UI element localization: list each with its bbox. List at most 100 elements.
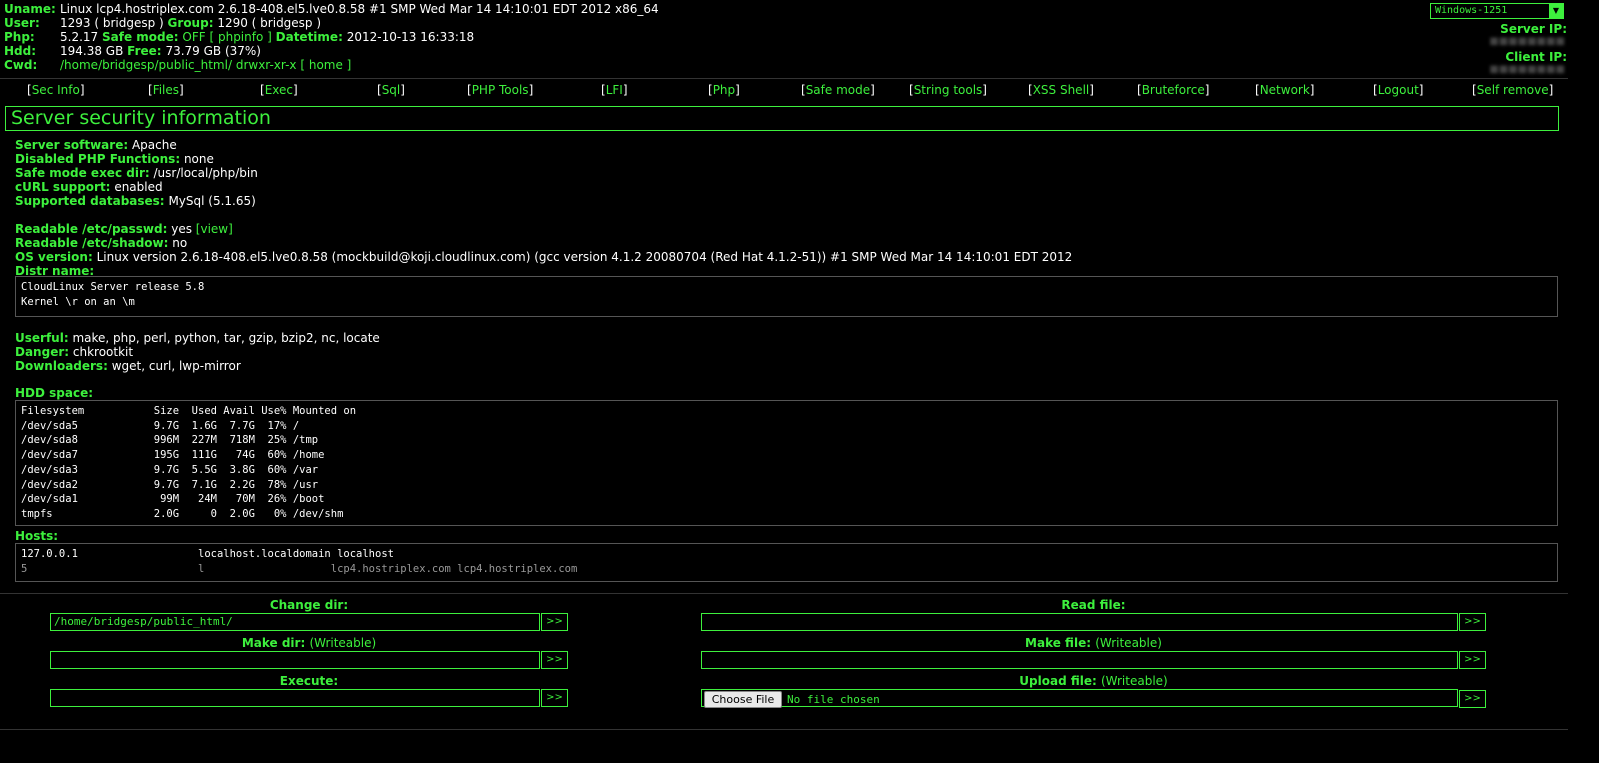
user-row: User: 1293 ( bridgesp ) Group: 1290 ( br… [4,16,1424,30]
menu-logout[interactable]: [Logout] [1373,83,1423,97]
view-passwd-link[interactable]: [view] [196,222,233,236]
safe-exec-row: Safe mode exec dir: /usr/local/php/bin [15,166,258,180]
menu-network[interactable]: [Network] [1255,83,1314,97]
disabled-php-row: Disabled PHP Functions: none [15,152,214,166]
php-version: 5.2.17 [60,30,99,44]
menu-safe-mode[interactable]: [Safe mode] [801,83,875,97]
upload-file-label: Upload file: (Writeable) [1019,674,1168,688]
upload-file-submit-button[interactable]: >> [1459,690,1486,708]
menu-sec-info[interactable]: [Sec Info] [27,83,85,97]
charset-value: Windows-1251 [1435,5,1508,16]
file-status: No file chosen [787,693,880,706]
uname-label: Uname: [4,2,56,16]
phpinfo-link[interactable]: [ phpinfo ] [209,30,271,44]
menu-string-tools[interactable]: [String tools] [909,83,987,97]
safe-mode-label: Safe mode: [102,30,179,44]
section-title: Server security information [5,106,1559,131]
hdd-space-box: Filesystem Size Used Avail Use% Mounted … [15,400,1558,526]
read-file-label: Read file: [1061,598,1126,612]
distr-line: CloudLinux Server release 5.8 [21,281,205,293]
userful-row: Userful: make, php, perl, python, tar, g… [15,331,380,345]
execute-label: Execute: [279,674,339,688]
make-file-label: Make file: (Writeable) [1025,636,1162,650]
menu-exec[interactable]: [Exec] [260,83,298,97]
user-label: User: [4,16,40,30]
change-dir-submit-button[interactable]: >> [541,613,568,631]
change-dir-label: Change dir: [269,598,349,612]
divider [0,729,1568,730]
databases-row: Supported databases: MySql (5.1.65) [15,194,256,208]
distr-line: Kernel \r on an \m [21,295,135,308]
hdd-label: Hdd: [4,44,37,58]
system-header: Uname: Linux lcp4.hostriplex.com 2.6.18-… [4,2,1424,72]
hdd-line: /dev/sda5 9.7G 1.6G 7.7G 17% / [21,419,300,432]
hdd-line: /dev/sda2 9.7G 7.1G 2.2G 78% /usr [21,478,319,491]
distr-box: CloudLinux Server release 5.8 Kernel \r o… [15,276,1558,317]
execute-submit-button[interactable]: >> [541,689,568,707]
make-dir-input[interactable] [50,651,540,669]
make-file-submit-button[interactable]: >> [1459,651,1486,669]
read-file-submit-button[interactable]: >> [1459,613,1486,631]
datetime-value: 2012-10-13 16:33:18 [346,30,475,44]
divider [0,593,1568,594]
charset-select[interactable]: Windows-1251 ▼ [1430,3,1564,19]
hdd-line: /dev/sda3 9.7G 5.5G 3.8G 60% /var [21,463,319,476]
client-ip-label: Client IP: [1505,50,1567,64]
make-dir-submit-button[interactable]: >> [541,651,568,669]
php-label: Php: [4,30,35,44]
client-ip-redacted: ■■■■■■■■ [1489,64,1565,75]
server-ip-redacted: ■■■■■■■■ [1489,36,1565,47]
main-menu: [Sec Info] [Files] [Exec] [Sql] [PHP Too… [0,83,1568,97]
make-dir-label: Make dir: (Writeable) [241,636,377,650]
safe-mode-value: OFF [182,30,206,44]
hdd-line: /dev/sda7 195G 111G 74G 60% /home [21,449,325,462]
chevron-down-icon: ▼ [1549,4,1563,18]
divider [0,78,1568,79]
hdd-line: /dev/sda1 99M 24M 70M 26% /boot [21,493,325,506]
hosts-box: 127.0.0.1 localhost.localdomain localhos… [15,543,1558,582]
menu-files[interactable]: [Files] [148,83,184,97]
menu-php-tools[interactable]: [PHP Tools] [467,83,533,97]
make-file-input[interactable] [701,651,1458,669]
group-value: 1290 ( bridgesp ) [217,16,322,30]
change-dir-input[interactable]: /home/bridgesp/public_html/ [50,613,540,631]
uname-value: Linux lcp4.hostriplex.com 2.6.18-408.el5… [60,2,659,16]
hdd-line: /dev/sda8 996M 227M 718M 25% /tmp [21,434,319,447]
server-ip-label: Server IP: [1500,22,1567,36]
cwd-path-link[interactable]: /home/bridgesp/public_html/ [60,58,232,72]
read-file-input[interactable] [701,613,1458,631]
menu-self-remove[interactable]: [Self remove] [1472,83,1553,97]
cwd-permissions: drwxr-xr-x [235,58,297,72]
hdd-line: Filesystem Size Used Avail Use% Mounted … [21,405,357,417]
menu-lfi[interactable]: [LFI] [601,83,628,97]
hdd-line: tmpfs 2.0G 0 2.0G 0% /dev/shm [21,507,344,520]
choose-file-button[interactable]: Choose File [704,691,782,708]
hosts-line: 5 l lcp4.hostriplex.com lcp4.hostriplex.… [21,562,578,575]
uname-row: Uname: Linux lcp4.hostriplex.com 2.6.18-… [4,2,1424,16]
menu-xss-shell[interactable]: [XSS Shell] [1028,83,1094,97]
user-value: 1293 ( bridgesp ) [60,16,164,30]
os-version-row: OS version: Linux version 2.6.18-408.el5… [15,250,1073,264]
group-label: Group: [167,16,214,30]
datetime-label: Datetime: [275,30,343,44]
menu-bruteforce[interactable]: [Bruteforce] [1137,83,1209,97]
hdd-value: 194.38 GB [60,44,124,58]
menu-sql[interactable]: [Sql] [377,83,405,97]
cwd-row: Cwd: /home/bridgesp/public_html/ drwxr-x… [4,58,1424,72]
home-link[interactable]: [ home ] [300,58,351,72]
cwd-label: Cwd: [4,58,38,72]
passwd-row: Readable /etc/passwd: yes [view] [15,222,233,236]
danger-row: Danger: chkrootkit [15,345,134,359]
shadow-row: Readable /etc/shadow: no [15,236,188,250]
downloaders-row: Downloaders: wget, curl, lwp-mirror [15,359,241,373]
hosts-label: Hosts: [15,529,59,543]
execute-input[interactable] [50,689,540,707]
server-software-row: Server software: Apache [15,138,177,152]
free-value: 73.79 GB (37%) [165,44,261,58]
hdd-space-label: HDD space: [15,386,94,400]
hosts-line: 127.0.0.1 localhost.localdomain localhos… [21,548,394,560]
curl-row: cURL support: enabled [15,180,163,194]
php-row: Php: 5.2.17 Safe mode: OFF [ phpinfo ] D… [4,30,1424,44]
menu-php[interactable]: [Php] [708,83,740,97]
hdd-row: Hdd: 194.38 GB Free: 73.79 GB (37%) [4,44,1424,58]
